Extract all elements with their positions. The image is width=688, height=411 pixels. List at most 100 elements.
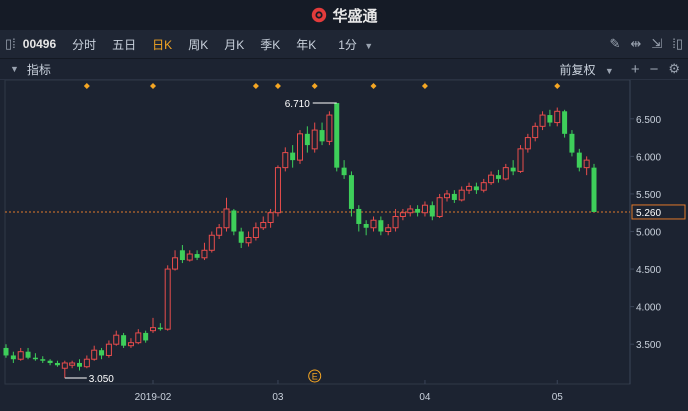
dividend-marker[interactable] [150,83,156,89]
kline-chart[interactable]: 6.500 6.000 5.500 5.000 4.500 4.000 3.500 5.260… [0,79,688,406]
candle-body[interactable] [267,212,274,223]
candle-body[interactable] [99,350,105,356]
candle-body[interactable] [194,254,200,258]
tab-monthly-k[interactable]: 月K [216,36,252,53]
candle-body[interactable] [304,133,310,146]
candle-body[interactable] [172,257,179,270]
candle-body[interactable] [326,114,333,142]
candle-body[interactable] [10,355,16,360]
candle-body[interactable] [517,148,524,172]
indicator-label[interactable]: 指标 [27,61,51,78]
settings-icon[interactable]: ⚙ [663,61,688,77]
candle-body[interactable] [150,327,156,332]
candle-body[interactable] [576,152,582,168]
candle-body[interactable] [231,210,237,232]
candle-body[interactable] [554,110,561,124]
dividend-marker[interactable] [83,83,90,89]
candle-body[interactable] [252,227,259,239]
candle-body[interactable] [524,137,531,150]
candle-body[interactable] [451,193,457,200]
candle-body[interactable] [363,223,369,228]
candle-body[interactable] [105,343,112,356]
collapse-icon[interactable]: ⇲ [646,36,667,52]
candle-body[interactable] [69,362,76,366]
minute-select[interactable]: 1分 ▼ [324,36,381,53]
candle-body[interactable] [583,159,590,169]
tab-daily-k[interactable]: 日K [144,36,180,53]
candle-body[interactable] [216,227,223,236]
candle-body[interactable] [539,114,546,127]
candle-body[interactable] [444,193,450,199]
candle-body[interactable] [282,152,289,169]
candle-body[interactable] [385,227,392,233]
candle-body[interactable] [157,327,163,330]
candle-body[interactable] [510,167,516,172]
candle-body[interactable] [348,175,354,209]
candle-body[interactable] [436,197,443,217]
candle-body[interactable] [238,231,244,243]
pencil-icon[interactable]: ✎ [605,36,626,52]
candle-body[interactable] [32,357,38,360]
tab-intraday[interactable]: 分时 [64,36,104,53]
candle-body[interactable] [274,167,281,214]
candle-body[interactable] [135,332,142,344]
tab-five-day[interactable]: 五日 [104,36,144,53]
stock-code[interactable]: 00496 [21,37,64,51]
dividend-marker[interactable] [421,83,428,89]
candle-body[interactable] [91,349,98,360]
candle-body[interactable] [297,133,303,161]
candle-body[interactable] [17,351,24,360]
candle-body[interactable] [429,205,435,217]
candle-body[interactable] [311,129,318,150]
dividend-marker[interactable] [554,83,561,89]
candle-body[interactable] [223,208,230,229]
candle-body[interactable] [407,208,414,214]
candle-body[interactable] [399,212,406,217]
candle-body[interactable] [502,167,509,180]
candle-body[interactable] [466,185,473,191]
dividend-marker[interactable] [311,83,318,89]
candle-body[interactable] [179,250,185,261]
candle-body[interactable] [61,362,68,369]
tab-weekly-k[interactable]: 周K [180,36,216,53]
candle-body[interactable] [473,186,479,191]
indicator-chevron-icon[interactable]: ▼ [0,64,27,74]
panel-right-icon[interactable]: ⁞▯ [667,36,688,52]
candle-body[interactable] [562,111,568,134]
candle-body[interactable] [260,221,267,229]
candle-body[interactable] [378,220,384,232]
candle-body[interactable] [54,362,60,366]
candle-body[interactable] [164,268,171,330]
candle-body[interactable] [334,103,340,168]
dividend-marker[interactable] [370,83,377,89]
candle-body[interactable] [319,130,325,142]
zoom-out-icon[interactable]: − [645,61,664,78]
candle-body[interactable] [415,208,421,213]
candle-body[interactable] [392,215,399,229]
candle-body[interactable] [186,253,193,261]
tab-quarterly-k[interactable]: 季K [252,36,288,53]
candle-body[interactable] [591,167,597,212]
candle-body[interactable] [40,359,46,361]
expand-horizontal-icon[interactable]: ⇹ [625,36,646,52]
candle-body[interactable] [532,125,539,139]
zoom-in-icon[interactable]: + [626,61,645,78]
candle-body[interactable] [341,167,347,176]
adjust-select[interactable]: 前复权 ▼ [560,61,626,78]
candle-body[interactable] [208,234,215,251]
candle-body[interactable] [245,237,252,244]
candle-body[interactable] [488,174,495,184]
candle-body[interactable] [421,204,428,214]
candle-body[interactable] [458,189,465,201]
candle-body[interactable] [77,362,82,367]
candle-body[interactable] [495,175,501,179]
candle-body[interactable] [290,152,296,161]
candle-body[interactable] [480,182,487,191]
candle-body[interactable] [121,335,127,346]
candle-body[interactable] [3,347,9,356]
candle-body[interactable] [569,133,575,153]
candle-body[interactable] [83,358,90,368]
candle-body[interactable] [127,342,134,347]
tab-yearly-k[interactable]: 年K [288,36,324,53]
candle-body[interactable] [113,334,120,345]
